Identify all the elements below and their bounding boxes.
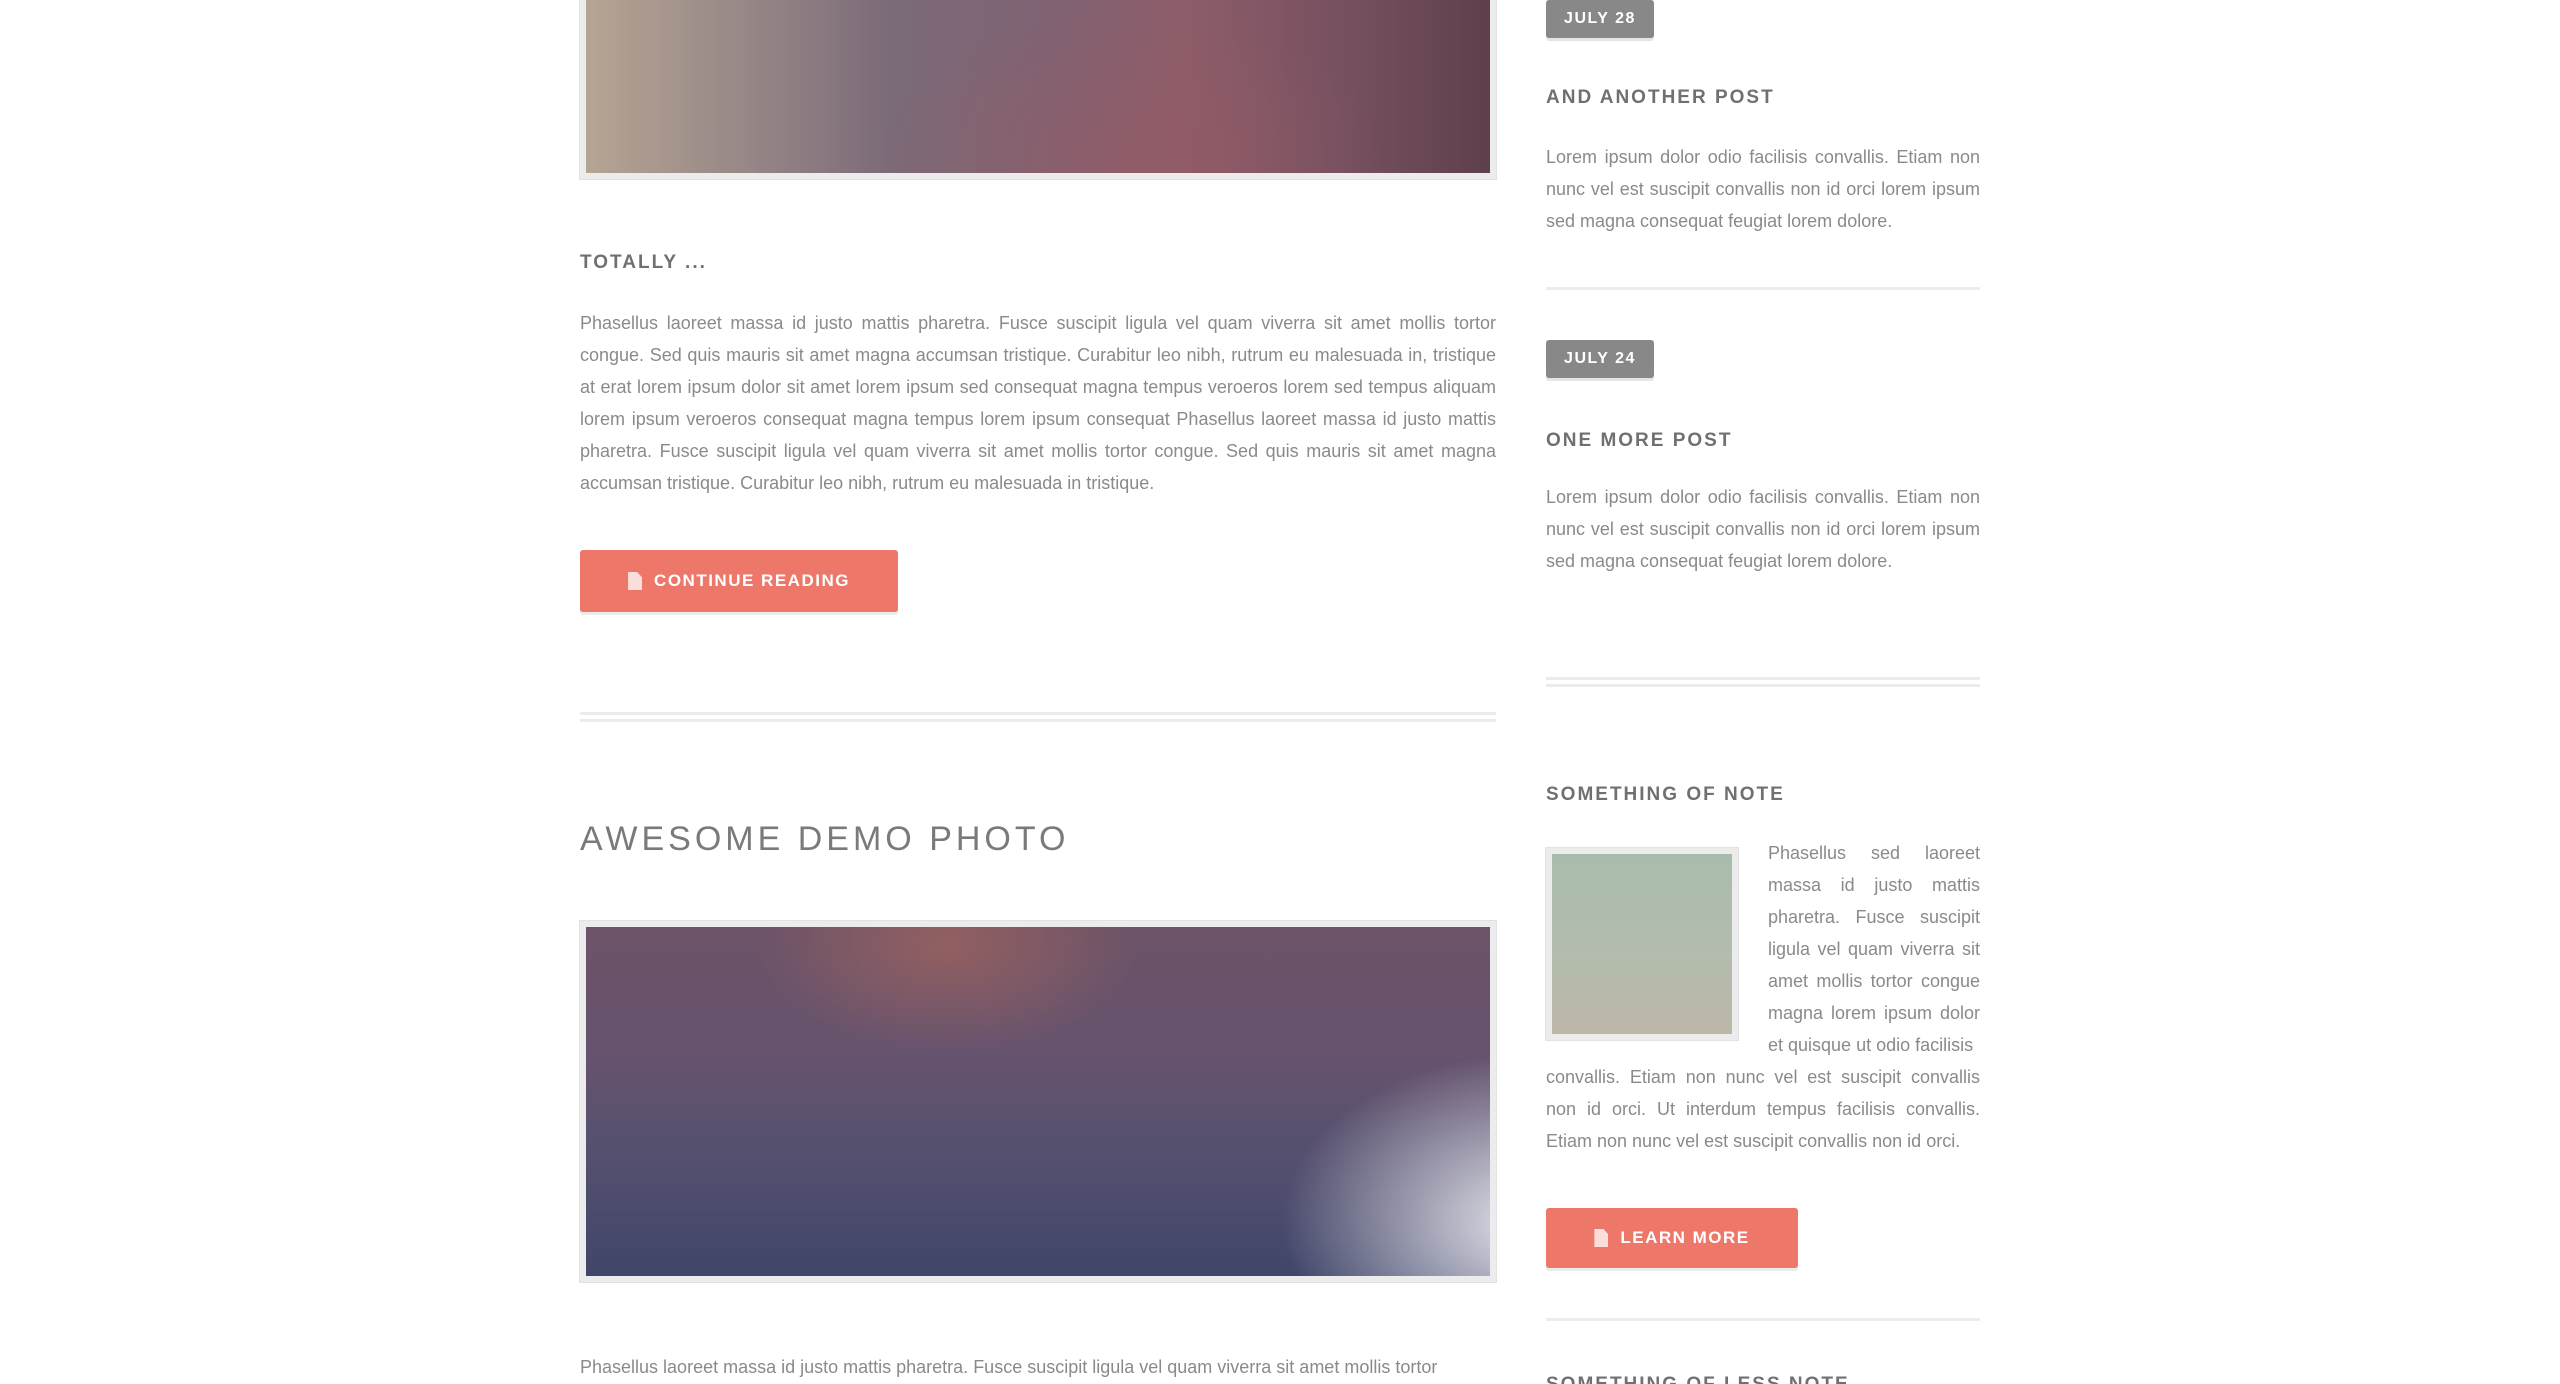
sidebar-divider [1546, 1318, 1980, 1321]
date-badge: JULY 24 [1546, 340, 1654, 378]
note-text: Phasellus sed laoreet massa id justo mat… [1768, 843, 1980, 1055]
post-heading: TOTALLY ... [580, 252, 707, 273]
post-divider [580, 712, 1496, 722]
document-icon [1594, 1229, 1609, 1247]
post-image[interactable] [580, 921, 1496, 1282]
continue-reading-button[interactable]: CONTINUE READING [580, 550, 898, 612]
learn-more-button[interactable]: LEARN MORE [1546, 1208, 1798, 1268]
sidebar-section-heading: SOMETHING OF NOTE [1546, 784, 1785, 805]
post-image[interactable] [580, 0, 1496, 179]
sidebar-section-heading: SOMETHING OF LESS NOTE [1546, 1374, 1850, 1384]
sidebar-post-text: Lorem ipsum dolor odio facilisis convall… [1546, 147, 1980, 231]
post-excerpt: Phasellus laoreet massa id justo mattis … [580, 1357, 1438, 1377]
date-badge: JULY 28 [1546, 0, 1654, 38]
note-text: convallis. Etiam non nunc vel est suscip… [1546, 1067, 1980, 1151]
post-excerpt: Phasellus laoreet massa id justo mattis … [580, 313, 1496, 493]
document-icon [628, 572, 643, 590]
post-title[interactable]: AWESOME DEMO PHOTO [580, 820, 1069, 859]
continue-reading-label: CONTINUE READING [654, 571, 850, 590]
sidebar-post-title[interactable]: ONE MORE POST [1546, 430, 1732, 452]
learn-more-label: LEARN MORE [1620, 1228, 1750, 1247]
sidebar-divider [1546, 287, 1980, 290]
sidebar-divider [1546, 677, 1980, 687]
sidebar-post-title[interactable]: AND ANOTHER POST [1546, 87, 1775, 109]
sidebar-post-text: Lorem ipsum dolor odio facilisis convall… [1546, 487, 1980, 571]
note-thumbnail[interactable] [1546, 848, 1738, 1040]
